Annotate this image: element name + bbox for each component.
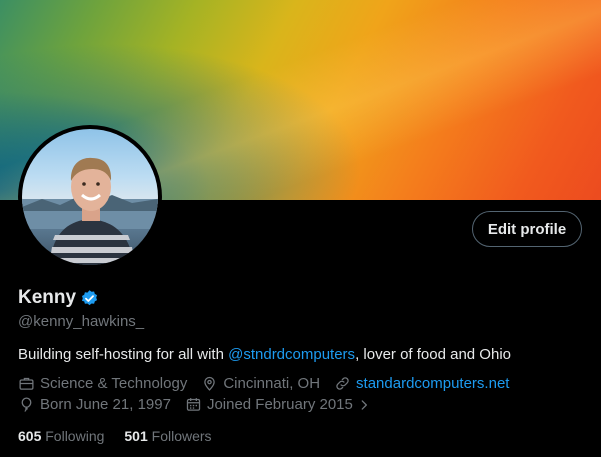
following-label: Following — [45, 428, 105, 444]
profile-birthday-label: Born June 21, 1997 — [40, 396, 171, 413]
following-count: 605 — [18, 428, 42, 444]
following-link[interactable]: 605 Following — [18, 428, 104, 444]
profile-category-label: Science & Technology — [40, 375, 188, 392]
link-icon — [336, 377, 349, 390]
profile-name-row: Kenny — [18, 287, 99, 309]
profile-bio: Building self-hosting for all with @stnd… — [18, 346, 511, 363]
profile-meta-row-2: Born June 21, 1997 Joined February 2015 — [18, 396, 390, 413]
bio-text-suffix: , lover of food and Ohio — [355, 346, 511, 363]
profile-handle: @kenny_hawkins_ — [18, 313, 145, 330]
profile-location: Cincinnati, OH — [201, 375, 320, 392]
follow-stats: 605 Following 501 Followers — [18, 428, 232, 444]
verified-badge-icon[interactable] — [80, 289, 99, 308]
chevron-right-icon — [361, 399, 367, 410]
balloon-icon — [21, 397, 32, 412]
bio-text-prefix: Building self-hosting for all with — [18, 346, 229, 363]
profile-name: Kenny — [18, 287, 77, 308]
profile-website[interactable]: standardcomputers.net — [334, 375, 509, 392]
profile-meta-row: Science & Technology Cincinnati, OH stan… — [18, 375, 523, 392]
profile-joined-label: Joined February 2015 — [206, 396, 353, 413]
profile-location-label: Cincinnati, OH — [223, 375, 321, 392]
profile-website-link[interactable]: standardcomputers.net — [356, 375, 509, 392]
edit-profile-button[interactable]: Edit profile — [472, 211, 582, 247]
followers-label: Followers — [151, 428, 212, 444]
avatar-photo — [22, 157, 158, 265]
bio-mention-link[interactable]: @stndrdcomputers — [228, 346, 355, 363]
profile-category: Science & Technology — [18, 375, 187, 392]
location-pin-icon — [204, 376, 216, 391]
calendar-icon — [186, 398, 201, 411]
profile-birthday: Born June 21, 1997 — [18, 396, 171, 413]
avatar[interactable] — [22, 129, 158, 265]
followers-link[interactable]: 501 Followers — [124, 428, 211, 444]
followers-count: 501 — [124, 428, 148, 444]
profile-joined[interactable]: Joined February 2015 — [185, 396, 376, 413]
briefcase-icon — [19, 377, 34, 390]
